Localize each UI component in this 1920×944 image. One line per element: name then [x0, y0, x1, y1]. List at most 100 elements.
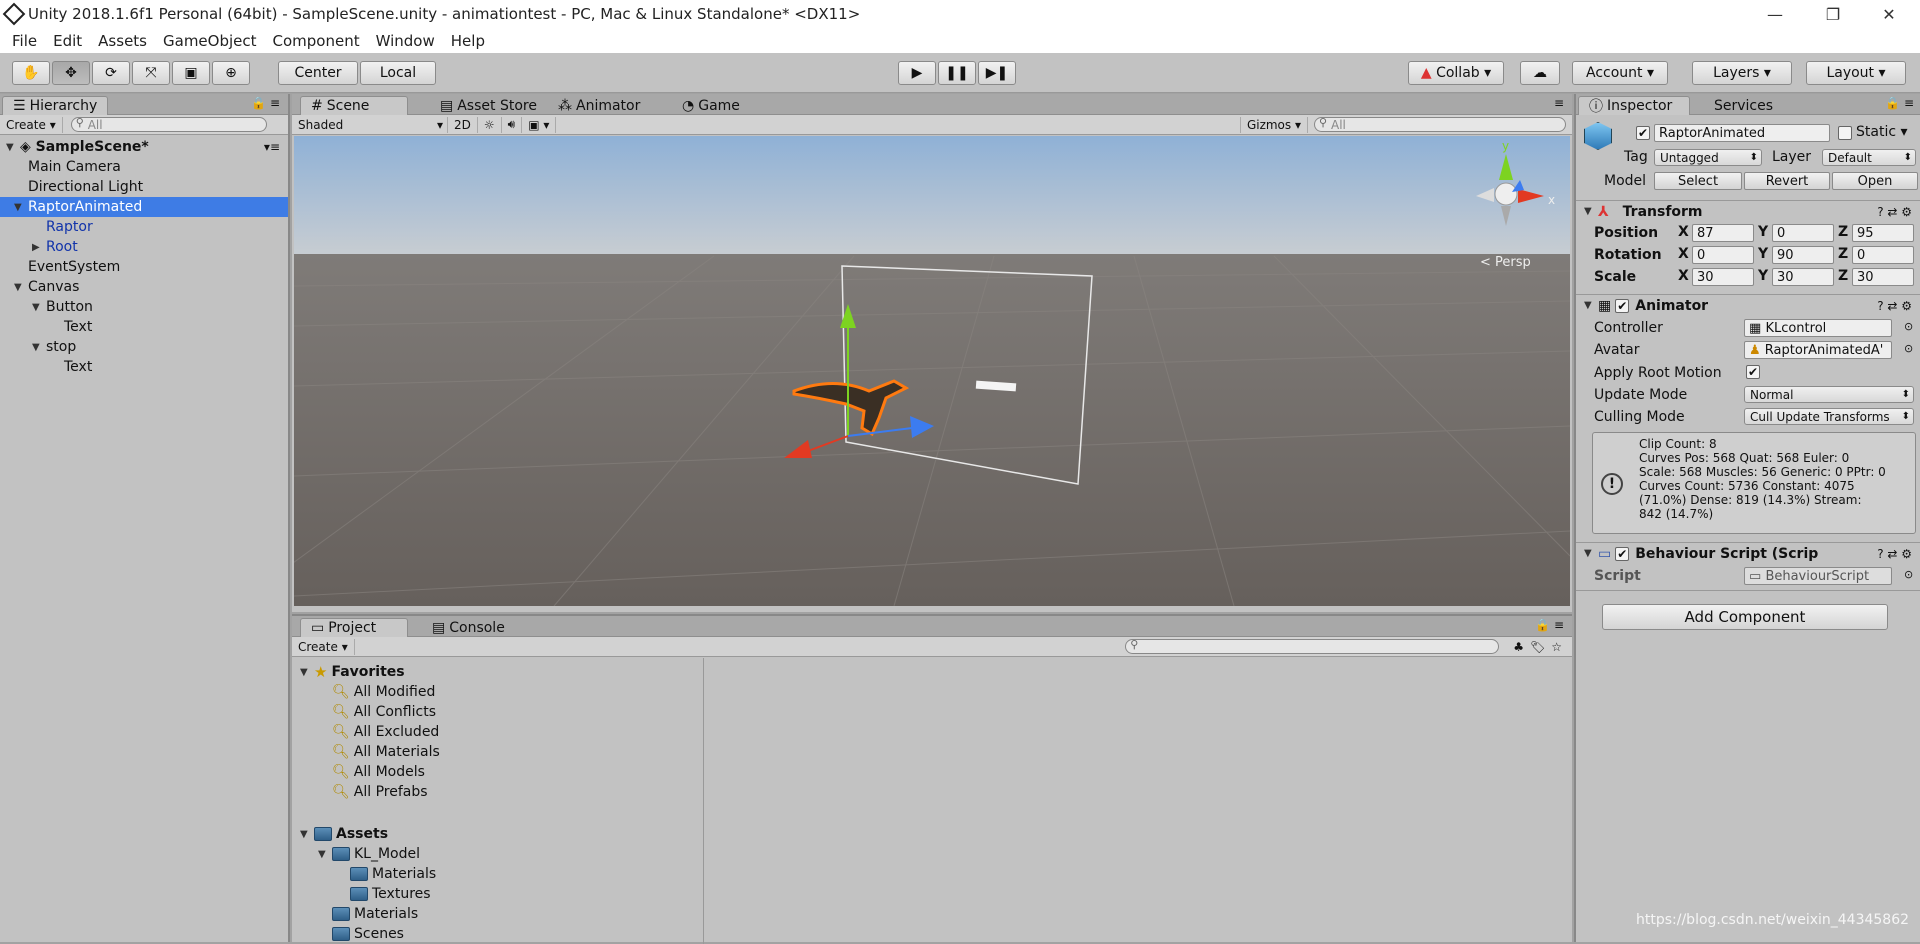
- animator-enabled-checkbox[interactable]: ✔: [1615, 298, 1630, 313]
- tab-project[interactable]: ▭ Project: [300, 618, 408, 637]
- animator-header[interactable]: ▼ ▦ ✔ Animator ? ⇄ ⚙: [1576, 294, 1920, 316]
- lighting-toggle[interactable]: ☼: [478, 116, 502, 133]
- transform-header[interactable]: ▼ ⅄ Transform ? ⇄ ⚙: [1576, 200, 1920, 222]
- scale-tool-button[interactable]: ⤧: [132, 61, 170, 85]
- inspector-menu-icon[interactable]: 🔒 ≡: [1885, 96, 1914, 110]
- hierarchy-item[interactable]: EventSystem: [0, 257, 288, 277]
- panel-menu-icon[interactable]: 🔒 ≡: [251, 96, 280, 110]
- favorites-header[interactable]: ▼ ★ Favorites: [300, 662, 405, 682]
- hand-tool-button[interactable]: ✋: [12, 61, 50, 85]
- hierarchy-item[interactable]: Text: [0, 357, 288, 377]
- transform-rotation-y-field[interactable]: 90: [1772, 246, 1834, 264]
- layer-dropdown[interactable]: Default: [1822, 149, 1916, 166]
- hierarchy-item[interactable]: ▼ stop: [0, 337, 288, 357]
- object-picker-icon[interactable]: ⊙: [1904, 342, 1913, 355]
- move-tool-button[interactable]: ✥: [52, 61, 90, 85]
- static-checkbox[interactable]: [1838, 126, 1852, 140]
- hierarchy-item[interactable]: Main Camera: [0, 157, 288, 177]
- close-button[interactable]: ✕: [1866, 0, 1912, 28]
- menu-edit[interactable]: Edit: [45, 32, 90, 50]
- hierarchy-item[interactable]: ▼ Button: [0, 297, 288, 317]
- shading-mode-dropdown[interactable]: Shaded ▾: [292, 116, 448, 133]
- avatar-field[interactable]: ♟ RaptorAnimatedA': [1744, 341, 1892, 359]
- hierarchy-item[interactable]: ▼ Canvas: [0, 277, 288, 297]
- cloud-button[interactable]: ☁: [1520, 61, 1560, 85]
- expand-arrow-icon[interactable]: ▼: [32, 302, 46, 313]
- controller-field[interactable]: ▦ KLcontrol: [1744, 319, 1892, 337]
- menu-window[interactable]: Window: [368, 32, 443, 50]
- favorite-item[interactable]: 🔍︎ All Materials: [332, 742, 440, 762]
- step-button[interactable]: ▶❚: [978, 61, 1016, 85]
- scene-search-input[interactable]: All: [1314, 116, 1566, 132]
- favorite-item[interactable]: 🔍︎ All Models: [332, 762, 425, 782]
- account-dropdown[interactable]: Account ▾: [1572, 61, 1668, 85]
- play-button[interactable]: ▶: [898, 61, 936, 85]
- assets-header[interactable]: ▼ Assets: [300, 824, 388, 844]
- apply-root-motion-checkbox[interactable]: ✔: [1746, 365, 1760, 379]
- layout-dropdown[interactable]: Layout ▾: [1806, 61, 1906, 85]
- hierarchy-item[interactable]: Text: [0, 317, 288, 337]
- scene-root[interactable]: ▼ ◈ SampleScene* ▾≡: [0, 137, 288, 157]
- model-revert-button[interactable]: Revert: [1744, 172, 1830, 190]
- transform-tool-button[interactable]: ⊕: [212, 61, 250, 85]
- rect-tool-button[interactable]: ▣: [172, 61, 210, 85]
- object-picker-icon[interactable]: ⊙: [1904, 568, 1913, 581]
- minimize-button[interactable]: —: [1752, 0, 1798, 28]
- favorite-star-icon[interactable]: ☆: [1551, 640, 1562, 654]
- project-panel-menu-icon[interactable]: 🔒 ≡: [1535, 618, 1564, 632]
- hierarchy-item[interactable]: ▼ RaptorAnimated: [0, 197, 288, 217]
- transform-position-z-field[interactable]: 95: [1852, 224, 1914, 242]
- tab-asset-store[interactable]: ▤ Asset Store: [430, 96, 547, 115]
- favorite-item[interactable]: 🔍︎ All Conflicts: [332, 702, 436, 722]
- tab-game[interactable]: ◔ Game: [672, 96, 750, 115]
- gizmos-dropdown[interactable]: Gizmos ▾: [1239, 116, 1308, 133]
- add-component-button[interactable]: Add Component: [1602, 604, 1888, 630]
- transform-rotation-z-field[interactable]: 0: [1852, 246, 1914, 264]
- expand-arrow-icon[interactable]: ▼: [318, 849, 332, 860]
- hierarchy-item[interactable]: Raptor: [0, 217, 288, 237]
- filter-type-icon[interactable]: ♣: [1513, 640, 1524, 654]
- tab-services[interactable]: Services: [1704, 96, 1783, 115]
- expand-arrow-icon[interactable]: ▼: [14, 282, 28, 293]
- effects-dropdown[interactable]: ▣ ▾: [522, 116, 557, 133]
- scene-viewport[interactable]: y x < Persp: [294, 136, 1570, 606]
- audio-toggle[interactable]: 🔊︎: [502, 116, 523, 133]
- behaviour-enabled-checkbox[interactable]: ✔: [1615, 546, 1630, 561]
- hierarchy-item[interactable]: ▶ Root: [0, 237, 288, 257]
- transform-position-y-field[interactable]: 0: [1772, 224, 1834, 242]
- behaviour-header[interactable]: ▼ ▭ ✔ Behaviour Script (Scrip ? ⇄ ⚙: [1576, 542, 1920, 564]
- object-name-field[interactable]: RaptorAnimated: [1654, 124, 1830, 142]
- menu-component[interactable]: Component: [265, 32, 368, 50]
- active-checkbox[interactable]: ✔: [1636, 126, 1650, 140]
- menu-help[interactable]: Help: [443, 32, 493, 50]
- asset-folder-item[interactable]: Textures: [350, 884, 431, 904]
- hierarchy-create-button[interactable]: Create ▾: [0, 116, 63, 133]
- project-create-button[interactable]: Create ▾: [292, 638, 355, 655]
- menu-assets[interactable]: Assets: [90, 32, 155, 50]
- filter-label-icon[interactable]: 🏷︎: [1530, 640, 1545, 654]
- layers-dropdown[interactable]: Layers ▾: [1692, 61, 1792, 85]
- pause-button[interactable]: ❚❚: [938, 61, 976, 85]
- scene-panel-menu-icon[interactable]: ≡: [1554, 96, 1564, 110]
- favorite-item[interactable]: 🔍︎ All Excluded: [332, 722, 439, 742]
- asset-folder-item[interactable]: ▼ KL_Model: [318, 844, 420, 864]
- expand-arrow-icon[interactable]: ▼: [32, 342, 46, 353]
- mode-2d-button[interactable]: 2D: [448, 116, 478, 133]
- menu-gameobject[interactable]: GameObject: [155, 32, 265, 50]
- asset-folder-item[interactable]: Scenes: [332, 924, 404, 944]
- expand-arrow-icon[interactable]: ▼: [14, 202, 28, 213]
- expand-arrow-icon[interactable]: ▶: [32, 242, 46, 253]
- tab-scene[interactable]: # Scene: [300, 96, 408, 115]
- tab-console[interactable]: ▤ Console: [422, 618, 515, 637]
- pivot-center-button[interactable]: Center: [278, 61, 358, 85]
- asset-folder-item[interactable]: Materials: [332, 904, 418, 924]
- tab-inspector[interactable]: ⓘ Inspector: [1578, 96, 1690, 115]
- collab-button[interactable]: ▲ Collab ▾: [1408, 61, 1504, 85]
- tab-animator[interactable]: ⁂ Animator: [548, 96, 650, 115]
- rotate-tool-button[interactable]: ⟳: [92, 61, 130, 85]
- projection-label[interactable]: < Persp: [1480, 255, 1531, 270]
- scene-menu-icon[interactable]: ▾≡: [264, 140, 280, 154]
- transform-scale-z-field[interactable]: 30: [1852, 268, 1914, 286]
- favorite-item[interactable]: 🔍︎ All Modified: [332, 682, 435, 702]
- culling-mode-dropdown[interactable]: Cull Update Transforms: [1744, 408, 1914, 425]
